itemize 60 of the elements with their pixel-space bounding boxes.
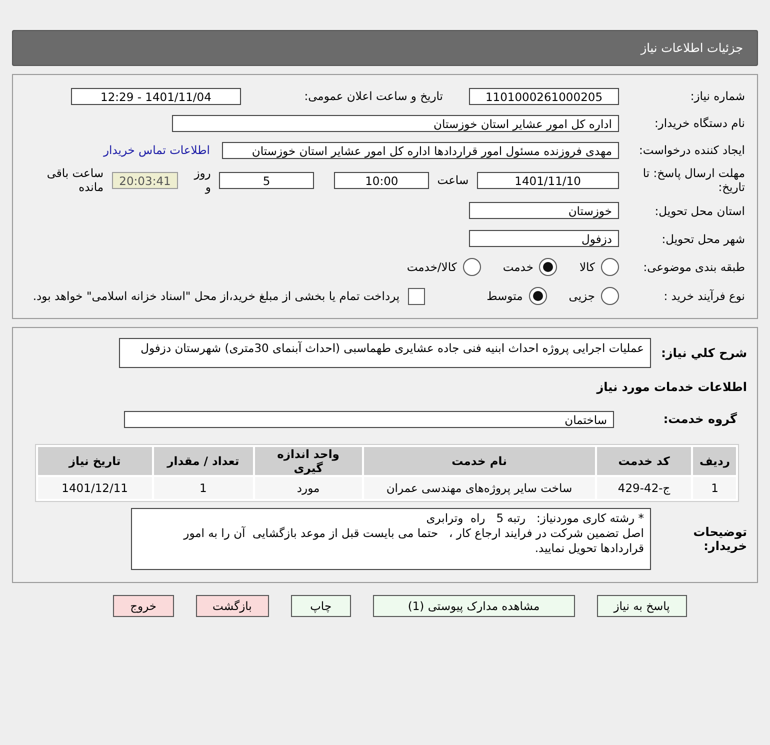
radio-button[interactable]	[539, 258, 558, 276]
field-label: استان محل تحویل:	[654, 204, 746, 218]
requester-field: مهدی فروزنده مسئول امور قراردادها اداره کل امور عشایر استان خوزستان	[222, 142, 619, 158]
field-label: ساعت باقی مانده	[46, 166, 104, 194]
column-header: ردیف	[693, 447, 736, 475]
field-label: تاریخ و ساعت اعلان عمومی:	[304, 89, 443, 103]
section-label: شرح كلي نياز:	[660, 346, 747, 360]
field-label: روز و	[192, 166, 211, 194]
payment-note: پرداخت تمام یا بخشی از مبلغ خرید،از محل "اسناد خزانه اسلامی" خواهد بود.	[32, 289, 400, 303]
action-button[interactable]: چاپ	[290, 595, 351, 617]
column-header: نام خدمت	[364, 447, 595, 475]
field-label: نام دستگاه خریدار:	[653, 116, 746, 130]
table-cell: ساخت سایر پروژه‌های مهندسی عمران	[364, 477, 595, 499]
section-label: توضیحات خریدار:	[692, 525, 747, 553]
contact-link[interactable]: اطلاعات تماس خریدار	[103, 143, 210, 157]
field-label: طبقه بندی موضوعی:	[642, 260, 746, 274]
summary-field: عملیات اجرایی پروژه احداث ابنیه فنی جاده عشایری طهماسبی (احداث آبنمای 30متری) شهرستان دزفول	[119, 338, 651, 368]
action-button[interactable]: بازگشت	[196, 595, 269, 617]
table-cell: مورد	[254, 477, 362, 499]
notes-field: * رشته کاری موردنیاز: رتبه 5 راه وترابری اصل تضمین شرکت در فرایند ارجاع کار ، حتما می بایست قبل از موعد بازگشایی آن را به امور قراردادها تحویل نمایید.	[131, 508, 651, 570]
option-label: خدمت	[502, 260, 534, 274]
section-label: گروه خدمت:	[662, 412, 737, 426]
action-button[interactable]: مشاهده مدارک پیوستی (1)	[372, 595, 575, 617]
option-label: کالا	[579, 260, 595, 274]
option-label: جزیی	[568, 289, 595, 303]
table-cell: ج-42-429	[596, 477, 692, 499]
service-group-field: ساختمان	[124, 410, 614, 428]
column-header: تاریخ نیاز	[38, 447, 152, 475]
field-label: شهر محل تحویل:	[660, 232, 746, 246]
date-field: 1401/11/10	[476, 172, 619, 188]
table-cell: 1	[693, 477, 736, 499]
days-field: 5	[218, 172, 314, 188]
field-label: ایجاد کننده درخواست:	[638, 143, 746, 157]
column-header: واحد اندازه گیری	[254, 447, 362, 475]
need-number-field: 1101000261000205	[469, 88, 619, 104]
radio-button[interactable]	[528, 287, 547, 305]
radio-button[interactable]	[601, 287, 619, 305]
field-label: نوع فرآیند خرید :	[662, 289, 746, 303]
radio-button[interactable]	[462, 258, 481, 276]
table-cell: 1401/12/11	[38, 477, 152, 499]
province-field: خوزستان	[469, 202, 619, 219]
radio-button[interactable]	[601, 258, 619, 276]
action-button[interactable]: پاسخ به نیاز	[596, 595, 687, 617]
section-label: اطلاعات خدمات مورد نیاز	[596, 380, 747, 394]
field-label: ساعت	[437, 173, 469, 187]
announce-date-field: 1401/11/04 - 12:29	[71, 88, 241, 104]
checkbox[interactable]	[408, 288, 425, 304]
column-header: تعداد / مقدار	[154, 447, 253, 475]
option-label: متوسط	[486, 289, 523, 303]
field-label: مهلت ارسال پاسخ: تا تاریخ:	[642, 166, 746, 194]
option-label: کالا/خدمت	[406, 260, 457, 274]
time-field: 10:00	[334, 172, 430, 188]
field-label: شماره نیاز:	[689, 89, 746, 103]
table-cell: 1	[154, 477, 253, 499]
remaining-time-field: 20:03:41	[112, 172, 178, 188]
action-button[interactable]: خروج	[113, 595, 174, 617]
buyer-field: اداره کل امور عشایر استان خوزستان	[172, 114, 619, 132]
page-title: جزئیات اطلاعات نیاز	[12, 30, 758, 66]
city-field: دزفول	[469, 230, 619, 247]
column-header: کد خدمت	[596, 447, 692, 475]
